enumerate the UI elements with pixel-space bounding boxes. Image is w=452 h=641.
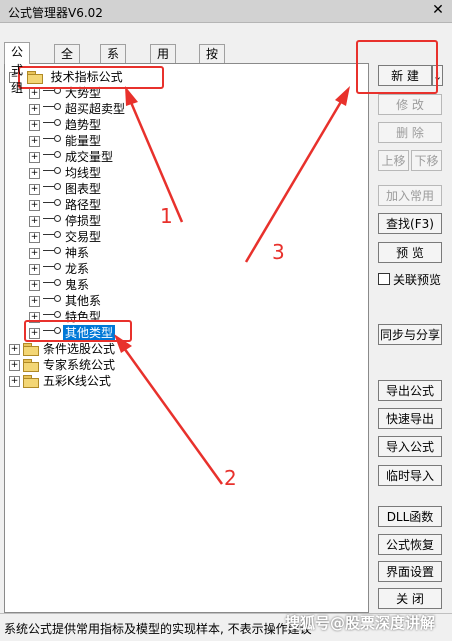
annotation-arrowhead-3 [335, 86, 350, 106]
annotation-arrows [114, 86, 350, 485]
annotation-arrow-3 [244, 99, 344, 263]
annotation-arrowhead-2 [114, 334, 132, 353]
annotation-number-2: 2 [224, 466, 237, 490]
annotation-arrow-1 [128, 99, 184, 223]
annotation-number-1: 1 [160, 204, 173, 228]
annotation-arrow-2 [122, 347, 224, 485]
tab-formula-group[interactable]: 公式组 [4, 42, 31, 95]
annotation-arrowhead-1 [125, 86, 138, 106]
annotation-number-3: 3 [272, 240, 285, 264]
